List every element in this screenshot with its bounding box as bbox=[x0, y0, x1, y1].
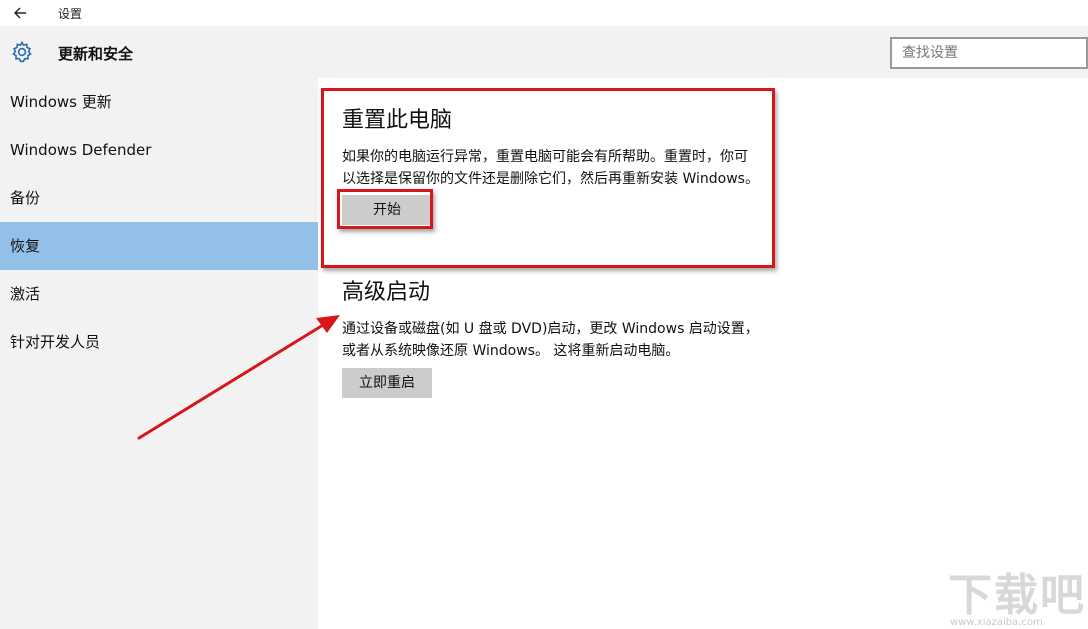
reset-pc-title: 重置此电脑 bbox=[342, 108, 453, 133]
back-button[interactable] bbox=[10, 3, 34, 23]
search-input[interactable] bbox=[892, 39, 1086, 67]
reset-desc-line-2: 以选择是保留你的文件还是删除它们，然后再重新安装 Windows。 bbox=[342, 171, 759, 187]
search-box[interactable] bbox=[890, 37, 1088, 69]
advanced-desc-line-2: 或者从系统映像还原 Windows。 这将重新启动电脑。 bbox=[342, 343, 680, 359]
gear-icon bbox=[12, 40, 32, 63]
title-bar: 设置 bbox=[0, 0, 1088, 26]
advanced-startup-description: 通过设备或磁盘(如 U 盘或 DVD)启动，更改 Windows 启动设置， 或… bbox=[342, 318, 782, 362]
page-header: 更新和安全 bbox=[0, 26, 1088, 78]
restart-now-button[interactable]: 立即重启 bbox=[342, 368, 432, 398]
page-title: 更新和安全 bbox=[58, 45, 134, 63]
sidebar-item-backup[interactable]: 备份 bbox=[0, 174, 318, 222]
reset-start-button[interactable]: 开始 bbox=[342, 195, 432, 225]
watermark-url: www.xiazaiba.com bbox=[950, 617, 1043, 628]
sidebar-item-activation[interactable]: 激活 bbox=[0, 270, 318, 318]
sidebar-item-windows-update[interactable]: Windows 更新 bbox=[0, 78, 318, 126]
sidebar-item-for-developers[interactable]: 针对开发人员 bbox=[0, 318, 318, 366]
watermark-text: 下载吧 bbox=[948, 570, 1086, 621]
sidebar: Windows 更新 Windows Defender 备份 恢复 激活 针对开… bbox=[0, 78, 318, 629]
advanced-startup-title: 高级启动 bbox=[342, 280, 431, 305]
app-title: 设置 bbox=[58, 7, 83, 21]
reset-pc-description: 如果你的电脑运行异常，重置电脑可能会有所帮助。重置时，你可 以选择是保留你的文件… bbox=[342, 146, 782, 190]
sidebar-item-recovery[interactable]: 恢复 bbox=[0, 222, 318, 270]
reset-desc-line-1: 如果你的电脑运行异常，重置电脑可能会有所帮助。重置时，你可 bbox=[342, 149, 748, 165]
content-pane: 重置此电脑 如果你的电脑运行异常，重置电脑可能会有所帮助。重置时，你可 以选择是… bbox=[318, 78, 1088, 629]
back-arrow-icon bbox=[14, 7, 26, 19]
watermark-logo: 下载吧 www.xiazaiba.com bbox=[948, 570, 1086, 629]
sidebar-item-windows-defender[interactable]: Windows Defender bbox=[0, 126, 318, 174]
advanced-desc-line-1: 通过设备或磁盘(如 U 盘或 DVD)启动，更改 Windows 启动设置， bbox=[342, 321, 759, 337]
